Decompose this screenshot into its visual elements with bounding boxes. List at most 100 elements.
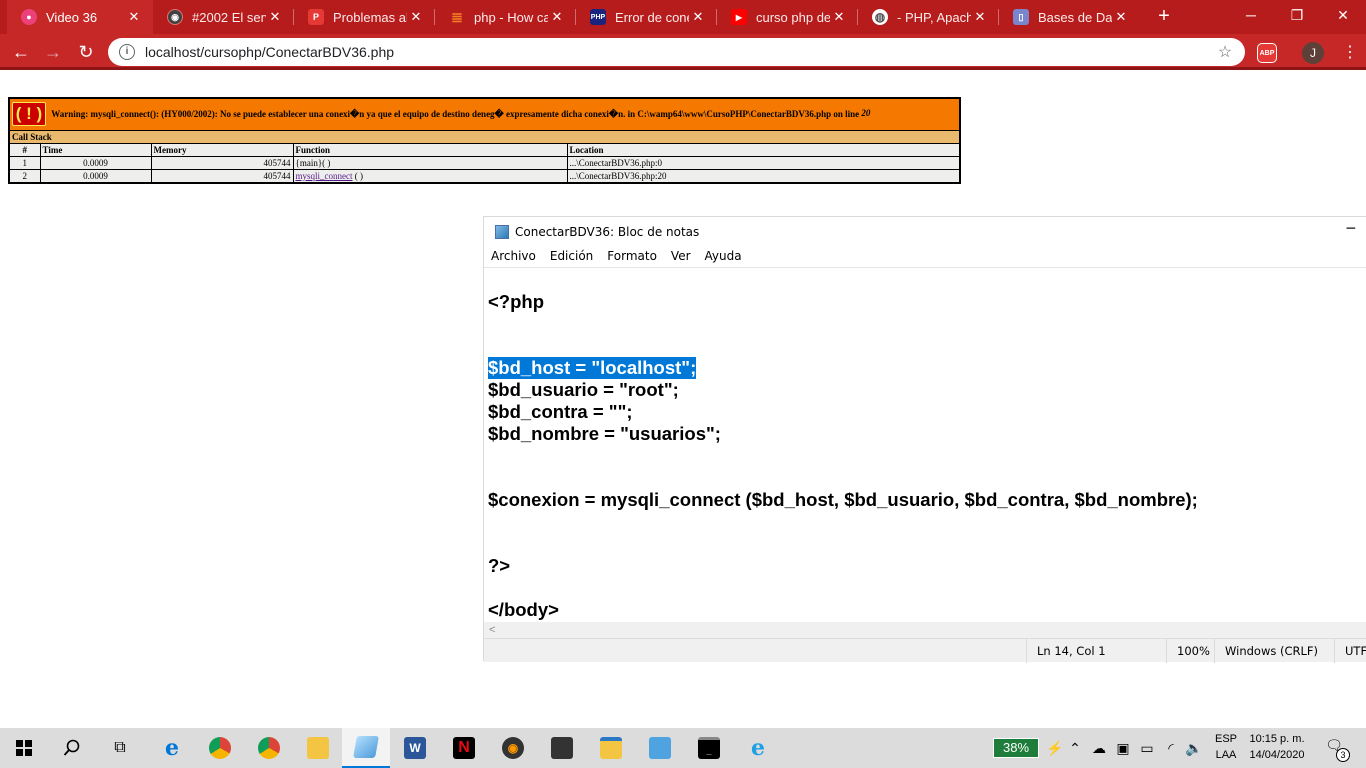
close-icon[interactable]: ✕ — [125, 8, 143, 26]
reload-icon[interactable]: ↻ — [73, 39, 99, 65]
start-button[interactable] — [0, 728, 48, 768]
taskbar-sticky-notes[interactable] — [538, 728, 586, 768]
p-icon: P — [308, 9, 324, 25]
taskbar-netflix[interactable]: N — [440, 728, 488, 768]
power-plug-icon[interactable]: ⚡ — [1046, 738, 1063, 758]
search-icon — [63, 739, 80, 756]
taskbar-control-panel[interactable] — [636, 728, 684, 768]
keyboard-layout: LAA — [1215, 749, 1237, 761]
tab-error-conexion[interactable]: PHP Error de conex ✕ — [576, 0, 717, 34]
address-bar[interactable]: i localhost/cursophp/ConectarBDV36.php ☆ — [108, 38, 1245, 66]
code-line-host-selected[interactable]: $bd_host = "localhost"; — [488, 357, 697, 379]
language-indicator[interactable]: ESP LAA — [1214, 731, 1238, 763]
taskbar-media[interactable]: ◉ — [489, 728, 537, 768]
notepad-icon — [353, 736, 379, 758]
info-icon[interactable]: i — [119, 44, 135, 60]
notepad-titlebar[interactable]: ConectarBDV36: Bloc de notas ─ — [484, 217, 1366, 247]
tab-title: Error de conex — [615, 9, 689, 25]
media-player-icon: ◉ — [502, 737, 524, 759]
taskbar-chrome-profile[interactable] — [245, 728, 293, 768]
back-icon[interactable]: ← — [8, 39, 34, 65]
chrome-icon — [209, 737, 231, 759]
tab-php-how[interactable]: ≣ php - How can ✕ — [435, 0, 576, 34]
horizontal-scrollbar[interactable]: < — [484, 622, 1366, 638]
windows-icon — [16, 740, 32, 756]
close-icon[interactable]: ✕ — [407, 8, 425, 26]
tab-title: curso php desd — [756, 9, 830, 25]
tab-video-36[interactable]: ● Video 36 ✕ — [7, 0, 153, 34]
menu-ver[interactable]: Ver — [664, 247, 698, 267]
tab-php-apache[interactable]: ◍ - PHP, Apache ✕ — [858, 0, 999, 34]
function-link[interactable]: mysqli_connect — [296, 171, 353, 181]
notepad-editor[interactable]: <?php $bd_host = "localhost"; $bd_usuari… — [484, 267, 1366, 622]
adblock-plus-icon[interactable]: ABP — [1257, 43, 1277, 63]
code-line-user: $bd_usuario = "root"; — [488, 379, 679, 400]
menu-dots-icon[interactable]: ⋮ — [1340, 42, 1360, 64]
video-icon: ● — [21, 9, 37, 25]
chevron-up-icon[interactable]: ⌃ — [1066, 738, 1084, 758]
close-window-button[interactable]: ✕ — [1320, 0, 1366, 32]
table-row: 2 0.0009 405744 mysqli_connect ( ) ...\C… — [8, 168, 961, 183]
close-icon[interactable]: ✕ — [830, 8, 848, 26]
menu-archivo[interactable]: Archivo — [484, 247, 543, 267]
code-line-name: $bd_nombre = "usuarios"; — [488, 423, 721, 444]
search-button[interactable] — [48, 728, 96, 768]
forward-icon[interactable]: → — [40, 39, 66, 65]
taskbar-chrome[interactable] — [196, 728, 244, 768]
onedrive-icon[interactable]: ☁ — [1088, 738, 1110, 758]
taskbar-cmd[interactable]: _ — [685, 728, 733, 768]
status-position: Ln 14, Col 1 — [1026, 639, 1166, 663]
taskbar-ie[interactable]: e — [734, 728, 782, 768]
wifi-icon[interactable]: ◜ — [1161, 738, 1181, 758]
tab-curso-php[interactable]: ▶ curso php desd ✕ — [717, 0, 858, 34]
warning-icon: ( ! ) — [12, 102, 46, 127]
globe-icon: ◍ — [872, 9, 888, 25]
code-line-connect: $conexion = mysqli_connect ($bd_host, $b… — [488, 489, 1198, 510]
taskbar-edge[interactable]: e — [148, 728, 196, 768]
tab-problemas[interactable]: P Problemas al tr ✕ — [294, 0, 435, 34]
notepad-title: ConectarBDV36: Bloc de notas — [515, 225, 700, 239]
menu-ayuda[interactable]: Ayuda — [698, 247, 749, 267]
taskbar-files[interactable] — [587, 728, 635, 768]
row-memory: 405744 — [150, 155, 294, 170]
close-icon[interactable]: ✕ — [971, 8, 989, 26]
folder-icon — [307, 737, 329, 759]
sticky-notes-icon — [551, 737, 573, 759]
row-location: ...\ConectarBDV36.php:0 — [566, 155, 961, 170]
close-icon[interactable]: ✕ — [689, 8, 707, 26]
col-location: Location — [566, 142, 961, 157]
taskbar-word[interactable]: W — [391, 728, 439, 768]
close-icon[interactable]: ✕ — [266, 8, 284, 26]
tab-2002[interactable]: ◉ #2002 El servic ✕ — [153, 0, 294, 34]
function-tail: ( ) — [352, 170, 363, 181]
battery-icon[interactable]: ▭ — [1137, 738, 1157, 758]
clock-time: 10:15 p. m. — [1249, 733, 1305, 745]
menu-edicion[interactable]: Edición — [543, 247, 600, 267]
close-icon[interactable]: ✕ — [548, 8, 566, 26]
tab-bases-datos[interactable]: ▯ Bases de Dato ✕ — [999, 0, 1140, 34]
taskbar-file-explorer[interactable] — [294, 728, 342, 768]
clock[interactable]: 10:15 p. m. 14/04/2020 — [1245, 731, 1309, 763]
restore-window-button[interactable]: ❐ — [1274, 0, 1320, 32]
volume-icon[interactable]: 🔈 — [1184, 738, 1204, 758]
scroll-left-icon[interactable]: < — [489, 622, 495, 638]
menu-formato[interactable]: Formato — [600, 247, 664, 267]
battery-percent[interactable]: 38% — [993, 738, 1039, 758]
notification-center-button[interactable]: 🗨 3 — [1322, 737, 1350, 762]
taskbar-notepad[interactable] — [342, 728, 390, 768]
task-view-button[interactable]: ⧉ — [96, 728, 144, 768]
tab-title: #2002 El servic — [192, 9, 266, 25]
profile-avatar[interactable]: J — [1302, 42, 1324, 64]
close-icon[interactable]: ✕ — [1112, 8, 1130, 26]
app-tray-icon[interactable]: ▣ — [1114, 738, 1132, 758]
new-tab-button[interactable]: + — [1152, 5, 1176, 29]
bookmark-star-icon[interactable]: ☆ — [1215, 42, 1235, 62]
notepad-icon — [495, 225, 509, 239]
task-view-icon: ⧉ — [114, 739, 126, 756]
minimize-button[interactable]: ─ — [1347, 221, 1355, 237]
notepad-statusbar: Ln 14, Col 1 100% Windows (CRLF) UTF-8 — [484, 638, 1366, 663]
status-eol: Windows (CRLF) — [1214, 639, 1334, 663]
netflix-icon: N — [453, 737, 475, 759]
url-text[interactable]: localhost/cursophp/ConectarBDV36.php — [145, 44, 1215, 60]
minimize-window-button[interactable]: ─ — [1228, 0, 1274, 32]
